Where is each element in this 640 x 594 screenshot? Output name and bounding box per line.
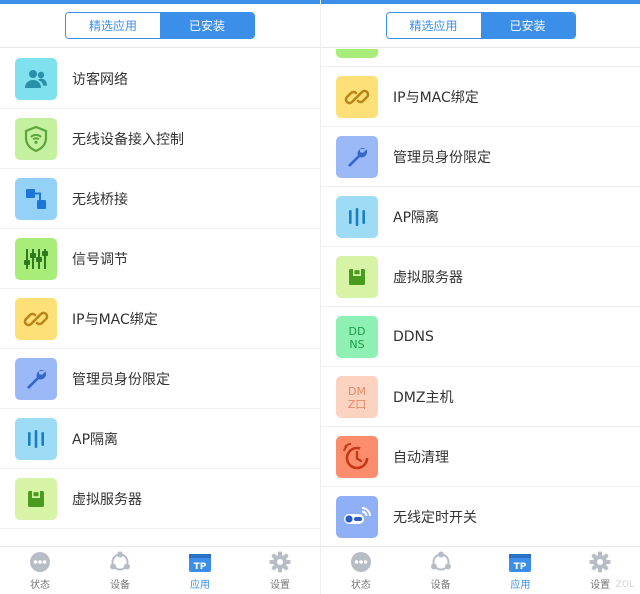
svg-text:DM: DM <box>348 385 366 398</box>
app-list-item[interactable] <box>321 49 640 67</box>
settings-icon <box>589 550 611 574</box>
auto-clean-icon <box>336 435 378 478</box>
svg-text:TP: TP <box>514 562 527 572</box>
app-list-item[interactable]: 信号调节 <box>0 229 320 289</box>
ip-mac-bind-icon <box>15 297 57 340</box>
tab-label: 应用 <box>190 580 210 591</box>
wireless-bridge-icon <box>15 177 57 220</box>
tab-featured-apps[interactable]: 精选应用 <box>66 13 160 38</box>
watermark: ZOL <box>615 580 634 590</box>
app-list-item[interactable]: IP与MAC绑定 <box>321 67 640 127</box>
app-item-label: 信号调节 <box>72 251 128 268</box>
tab-devices[interactable]: 设备 <box>401 547 481 594</box>
devices-icon <box>109 550 131 574</box>
app-list-item[interactable]: IP与MAC绑定 <box>0 289 320 349</box>
tab-apps[interactable]: TP 应用 <box>160 547 240 594</box>
app-item-label: 无线桥接 <box>72 191 128 208</box>
app-item-label: 管理员身份限定 <box>72 371 170 388</box>
status-icon <box>350 550 372 574</box>
tab-status[interactable]: 状态 <box>321 547 401 594</box>
svg-text:NS: NS <box>349 338 364 351</box>
app-item-label: DMZ主机 <box>393 389 454 406</box>
app-item-label: IP与MAC绑定 <box>72 311 158 328</box>
tab-status[interactable]: 状态 <box>0 547 80 594</box>
guest-network-icon <box>15 57 57 100</box>
app-list-item[interactable]: 自动清理 <box>321 427 640 487</box>
app-list-item[interactable]: 管理员身份限定 <box>0 349 320 409</box>
app-item-label: AP隔离 <box>72 431 119 448</box>
app-item-label: DDNS <box>393 328 434 345</box>
segmented-control: 精选应用 已安装 <box>65 12 255 39</box>
installed-app-list: 访客网络无线设备接入控制 无线桥接信号调节 IP与MAC绑定 管理员身份限定 AP隔离虚… <box>0 49 320 546</box>
apps-icon: TP <box>188 550 212 574</box>
app-item-label: AP隔离 <box>393 209 440 226</box>
apps-icon: TP <box>508 550 532 574</box>
dmz-host-icon: DM Z口 <box>336 375 378 418</box>
tab-label: 应用 <box>510 580 531 591</box>
installed-app-list: IP与MAC绑定 管理员身份限定 AP隔离 虚拟服务器 DD NS DDNS DM Z口 DMZ主… <box>321 49 640 546</box>
app-item-label: 虚拟服务器 <box>393 269 463 286</box>
app-list-item[interactable]: 无线设备接入控制 <box>0 109 320 169</box>
app-header: 精选应用 已安装 <box>0 4 320 48</box>
tab-label: 设置 <box>590 580 611 591</box>
app-list-item[interactable]: 无线桥接 <box>0 169 320 229</box>
virtual-server-icon <box>336 255 378 298</box>
ip-mac-bind-icon <box>336 75 378 118</box>
tab-label: 设备 <box>110 580 130 591</box>
app-list-item[interactable]: AP隔离 <box>0 409 320 469</box>
tab-installed[interactable]: 已安装 <box>480 13 575 38</box>
segmented-control: 精选应用 已安装 <box>385 12 576 39</box>
wireless-timer-icon <box>336 495 378 538</box>
tab-label: 状态 <box>30 580 50 591</box>
ap-isolation-icon <box>15 417 57 460</box>
ddns-icon: DD NS <box>336 315 378 358</box>
tab-label: 设置 <box>270 580 290 591</box>
app-item-label: IP与MAC绑定 <box>393 89 479 106</box>
app-item-label: 无线定时开关 <box>393 509 477 526</box>
app-item-label: 管理员身份限定 <box>393 149 491 166</box>
app-list-item[interactable]: 无线定时开关 <box>321 487 640 546</box>
app-item-label: 无线设备接入控制 <box>72 131 184 148</box>
app-list-item[interactable]: 虚拟服务器 <box>321 247 640 307</box>
devices-icon <box>430 550 452 574</box>
svg-text:Z口: Z口 <box>348 398 367 411</box>
tab-featured-apps[interactable]: 精选应用 <box>386 13 481 38</box>
app-list-item[interactable]: DM Z口 DMZ主机 <box>321 367 640 427</box>
tab-apps[interactable]: TP 应用 <box>481 547 561 594</box>
app-list-item[interactable]: AP隔离 <box>321 187 640 247</box>
admin-limit-icon <box>336 135 378 178</box>
partial-item-icon <box>336 49 378 58</box>
tab-label: 状态 <box>350 580 371 591</box>
bottom-tabbar: 状态 设备 TP 应用 设置 <box>321 546 640 594</box>
app-list-item[interactable]: 管理员身份限定 <box>321 127 640 187</box>
app-list-item[interactable]: 虚拟服务器 <box>0 469 320 529</box>
settings-icon <box>269 550 291 574</box>
signal-adjust-icon <box>15 237 57 280</box>
app-header: 精选应用 已安装 <box>321 4 640 48</box>
right-screen: 精选应用 已安装 IP与MAC绑定 管理员身份限定 AP隔离 虚拟服务器 DD NS DDN… <box>320 0 640 594</box>
app-item-label: 访客网络 <box>72 71 128 88</box>
tab-settings[interactable]: 设置 <box>240 547 320 594</box>
bottom-tabbar: 状态 设备 TP 应用 设置 <box>0 546 320 594</box>
admin-limit-icon <box>15 357 57 400</box>
app-list-item[interactable]: DD NS DDNS <box>321 307 640 367</box>
tab-label: 设备 <box>430 580 451 591</box>
virtual-server-icon <box>15 477 57 520</box>
app-list-item[interactable]: 访客网络 <box>0 49 320 109</box>
status-icon <box>29 550 51 574</box>
app-item-label: 自动清理 <box>393 449 449 466</box>
left-screen: 精选应用 已安装 访客网络无线设备接入控制 无线桥接信号调节 IP与MAC绑定 管理员… <box>0 0 320 594</box>
ap-isolation-icon <box>336 195 378 238</box>
svg-text:DD: DD <box>349 325 366 338</box>
svg-text:TP: TP <box>194 562 207 572</box>
wireless-access-control-icon <box>15 117 57 160</box>
app-item-label: 虚拟服务器 <box>72 491 142 508</box>
tab-devices[interactable]: 设备 <box>80 547 160 594</box>
tab-installed[interactable]: 已安装 <box>160 13 254 38</box>
